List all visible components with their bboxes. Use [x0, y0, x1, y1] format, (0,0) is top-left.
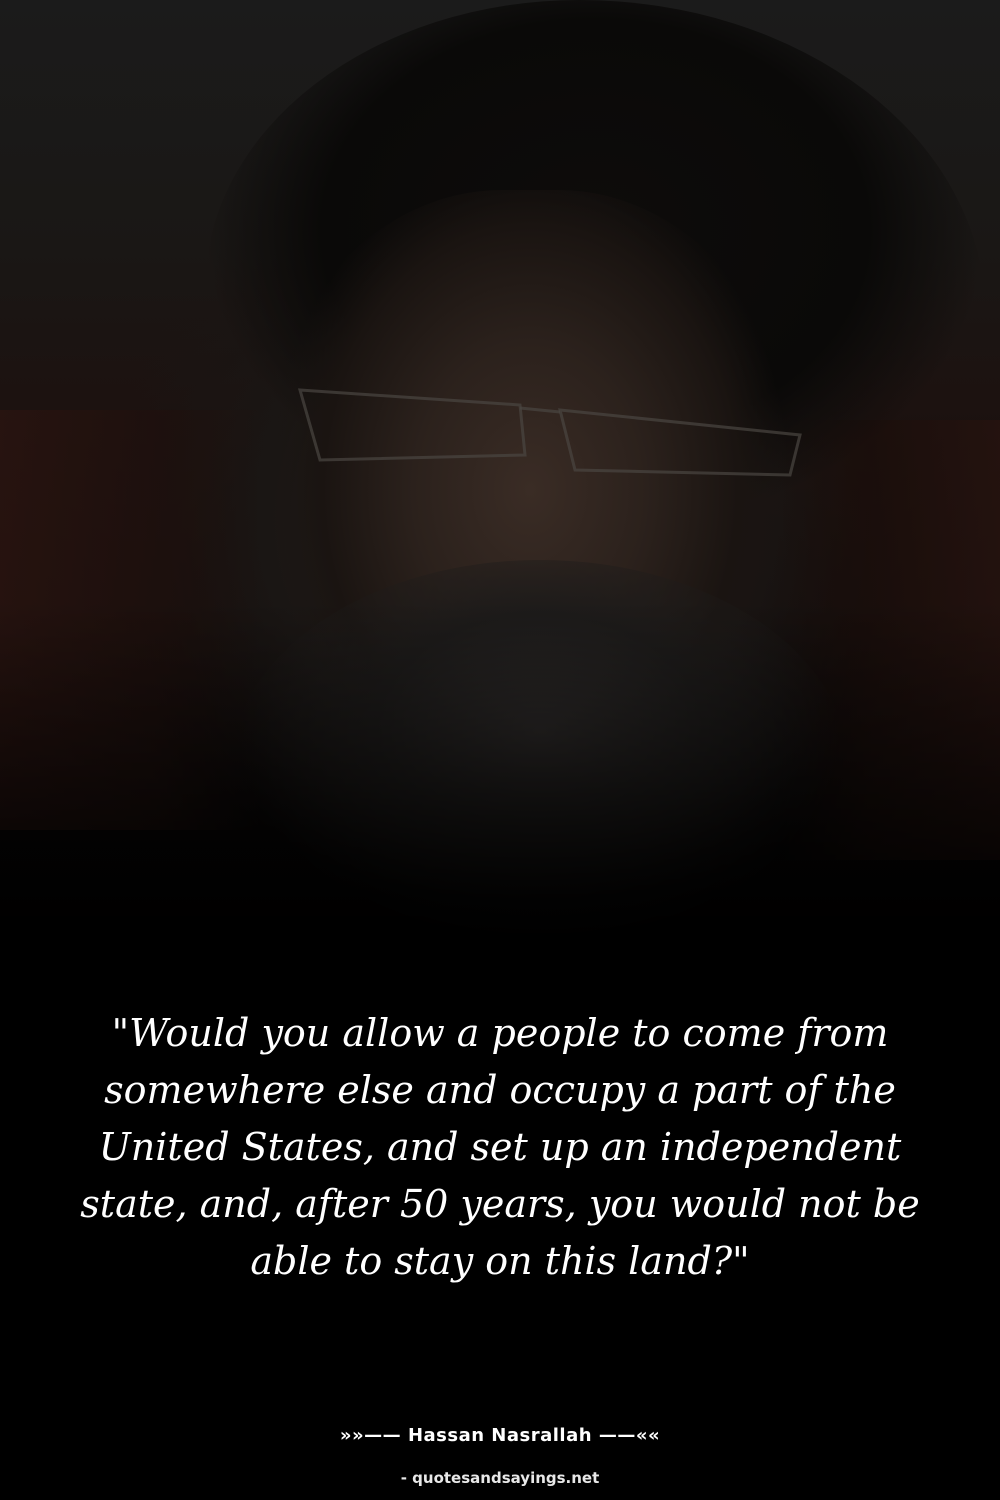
- attribution-suffix: ——««: [592, 1425, 661, 1446]
- author-attribution: »»—— Hassan Nasrallah ——««: [0, 1424, 1000, 1448]
- source-credit: - quotesandsayings.net: [400, 1469, 600, 1487]
- quote-text: "Would you allow a people to come from s…: [80, 1011, 920, 1283]
- author-name: Hassan Nasrallah: [407, 1425, 593, 1446]
- background-portrait-photo: [0, 0, 1000, 1000]
- bottom-fade-overlay: [0, 0, 1000, 1000]
- quote-card: "Would you allow a people to come from s…: [0, 0, 1000, 1500]
- attribution-prefix: »»——: [339, 1425, 408, 1446]
